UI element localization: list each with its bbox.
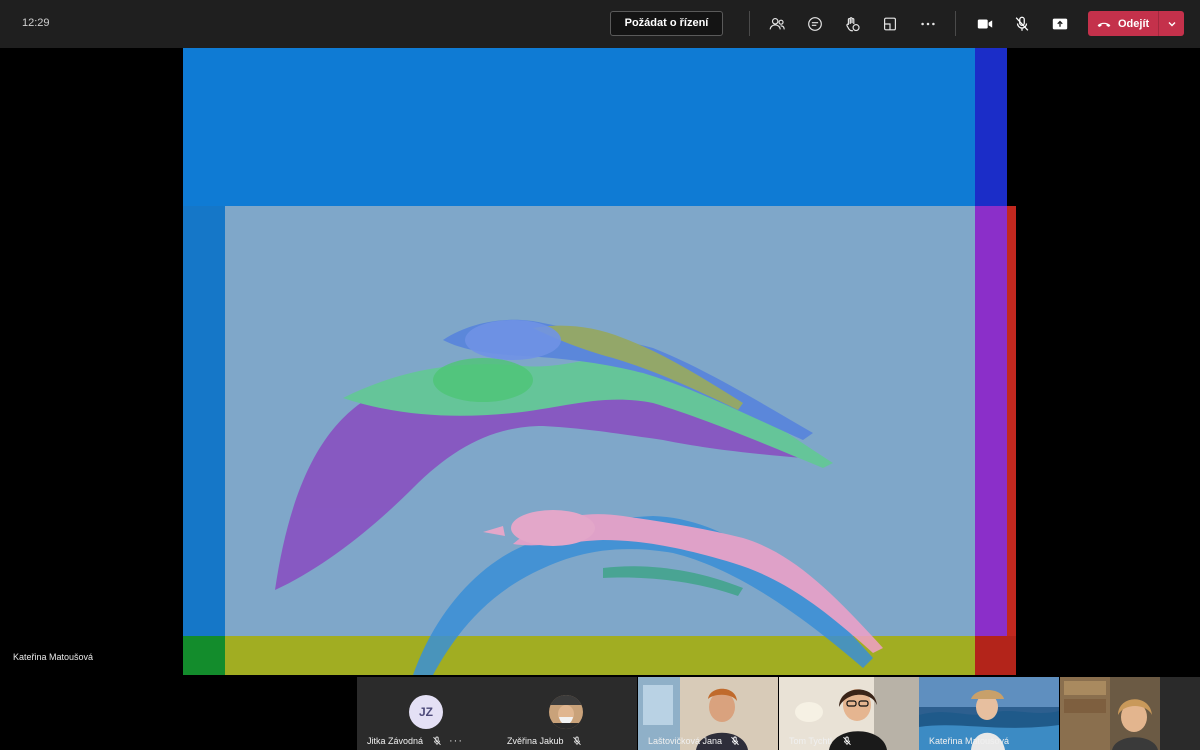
participant-tile[interactable]: Laštovičková Jana	[638, 677, 778, 750]
more-options-icon[interactable]	[918, 14, 938, 34]
camera-icon[interactable]	[975, 14, 995, 34]
participants-icon[interactable]	[767, 14, 787, 34]
participant-name: Laštovičková Jana	[648, 736, 723, 746]
leave-options-chevron-down-icon[interactable]	[1159, 11, 1184, 36]
participant-tile[interactable]: JZ Jitka Závodná ···	[357, 677, 497, 750]
mic-off-icon	[573, 736, 581, 746]
meeting-clock: 12:29	[22, 17, 50, 29]
participant-tile[interactable]: Zvěřina Jakub	[497, 677, 637, 750]
participant-name: Tom Tychtl	[789, 736, 832, 746]
leave-button[interactable]: Odejít	[1088, 11, 1184, 36]
mic-off-icon	[843, 736, 851, 746]
participant-tile[interactable]	[1060, 677, 1200, 750]
leave-main[interactable]: Odejít	[1088, 11, 1158, 36]
shared-screen	[183, 48, 1016, 675]
more-options-icon[interactable]: ···	[449, 735, 463, 747]
participant-name: Kateřina Matoušová	[929, 736, 1010, 746]
chat-icon[interactable]	[805, 14, 825, 34]
leave-label: Odejít	[1118, 17, 1150, 30]
reactions-icon[interactable]	[842, 14, 862, 34]
main-stage: Kateřina Matoušová	[0, 48, 1200, 675]
hang-up-icon	[1097, 22, 1111, 27]
breakout-room-icon[interactable]	[880, 14, 900, 34]
mic-off-icon[interactable]	[1012, 14, 1032, 34]
seagulls-image	[275, 319, 883, 675]
request-control-button[interactable]: Požádat o řízení	[610, 11, 723, 36]
mic-off-icon	[433, 736, 441, 746]
participant-gallery: JZ Jitka Závodná ··· Zvěřina Jakub Lašto…	[0, 675, 1200, 750]
share-tray-icon[interactable]	[1050, 14, 1070, 34]
meeting-toolbar: 12:29 Požádat o řízení Odejít	[0, 0, 1200, 48]
participant-tile[interactable]: Tom Tychtl	[779, 677, 919, 750]
participant-name: Jitka Závodná	[367, 736, 424, 746]
participant-name: Zvěřina Jakub	[507, 736, 564, 746]
participant-video	[1060, 677, 1200, 750]
participant-tile[interactable]: Kateřina Matoušová	[919, 677, 1059, 750]
toolbar-divider	[749, 11, 750, 36]
toolbar-divider	[955, 11, 956, 36]
avatar	[549, 695, 583, 729]
presenter-name-label: Kateřina Matoušová	[13, 652, 94, 662]
mic-off-icon	[731, 736, 739, 746]
avatar: JZ	[409, 695, 443, 729]
